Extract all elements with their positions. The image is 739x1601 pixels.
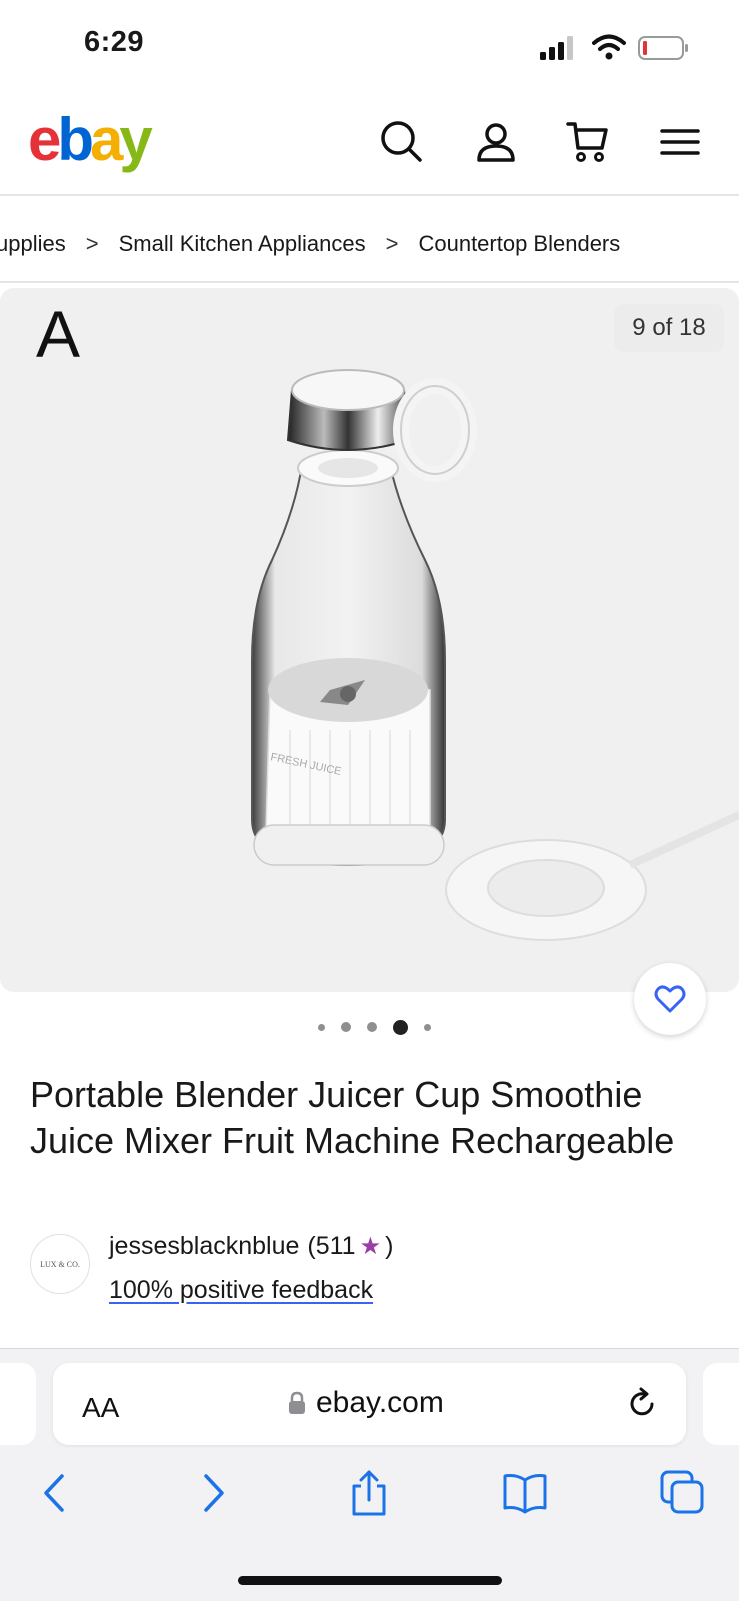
share-icon[interactable] — [346, 1470, 392, 1516]
status-time: 6:29 — [84, 26, 145, 58]
breadcrumb: upplies > Small Kitchen Appliances > Cou… — [0, 224, 620, 264]
tabs-icon[interactable] — [660, 1470, 706, 1516]
cart-icon[interactable] — [564, 118, 612, 166]
wifi-icon — [592, 34, 626, 60]
back-icon[interactable] — [32, 1470, 78, 1516]
seller-feedback-link[interactable]: 100% positive feedback — [109, 1276, 373, 1305]
breadcrumb-divider — [0, 281, 739, 283]
chevron-right-icon: > — [385, 231, 399, 256]
product-image[interactable]: FRESH JUICE — [240, 360, 739, 970]
listing-title: Portable Blender Juicer Cup Smoothie Jui… — [30, 1074, 675, 1161]
breadcrumb-item[interactable]: upplies — [0, 231, 66, 257]
gallery-pagination — [310, 1017, 439, 1037]
image-counter: 9 of 18 — [614, 304, 724, 352]
url-display[interactable]: ebay.com — [288, 1386, 444, 1420]
watch-button[interactable] — [634, 963, 706, 1035]
seller-score-close: ) — [385, 1232, 394, 1260]
logo-letter: b — [57, 106, 94, 173]
url-text: ebay.com — [316, 1386, 444, 1419]
bookmarks-icon[interactable] — [502, 1470, 548, 1516]
header-divider — [0, 194, 739, 196]
home-indicator — [238, 1576, 502, 1585]
pagination-dot[interactable] — [341, 1022, 351, 1032]
seller-name[interactable]: jessesblacknblue — [109, 1232, 299, 1261]
heart-icon — [654, 985, 686, 1013]
seller-info[interactable]: jessesblacknblue (511 ★ ) — [109, 1232, 393, 1261]
ebay-logo[interactable]: ebay — [28, 105, 153, 175]
forward-icon[interactable] — [190, 1470, 236, 1516]
star-icon: ★ — [359, 1233, 382, 1260]
next-tab-peek[interactable] — [703, 1363, 739, 1445]
breadcrumb-item[interactable]: Countertop Blenders — [418, 231, 620, 257]
previous-tab-peek[interactable] — [0, 1363, 36, 1445]
account-icon[interactable] — [472, 118, 520, 166]
chevron-right-icon: > — [85, 231, 99, 256]
pagination-dot[interactable] — [424, 1023, 431, 1031]
seller-avatar[interactable]: LUX & CO. — [30, 1234, 90, 1294]
pagination-dot[interactable] — [318, 1023, 325, 1031]
battery-icon — [638, 36, 688, 60]
logo-letter: a — [90, 106, 123, 173]
lock-icon — [289, 1391, 305, 1414]
menu-icon[interactable] — [656, 118, 704, 166]
pagination-dot-active[interactable] — [393, 1019, 408, 1035]
brand-mark: A — [36, 297, 81, 371]
logo-letter: e — [28, 106, 61, 173]
seller-score: (511 — [307, 1232, 356, 1260]
logo-letter: y — [119, 106, 152, 173]
reload-icon[interactable] — [624, 1386, 660, 1422]
text-size-button[interactable]: AA — [82, 1392, 119, 1424]
breadcrumb-item[interactable]: Small Kitchen Appliances — [119, 231, 366, 257]
cellular-signal-icon — [540, 36, 573, 60]
search-icon[interactable] — [378, 118, 426, 166]
pagination-dot[interactable] — [367, 1022, 377, 1032]
